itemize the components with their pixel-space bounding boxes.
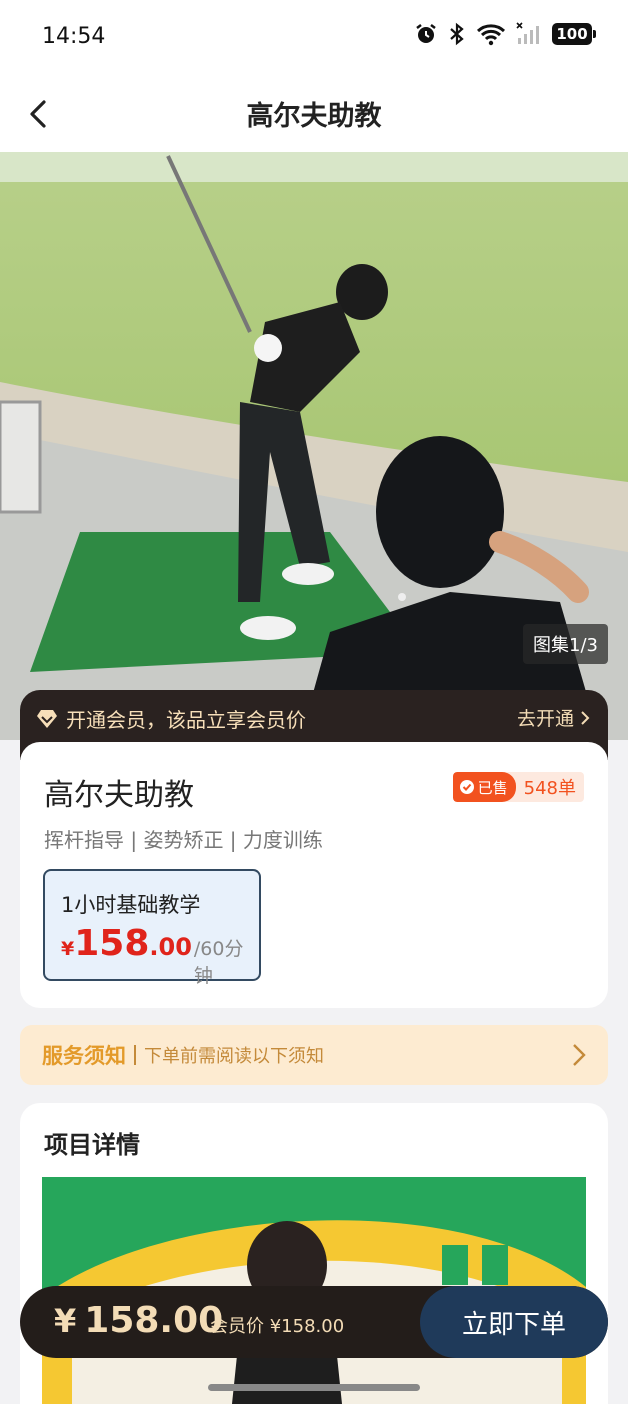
home-indicator[interactable] xyxy=(208,1384,420,1391)
member-price: 会员价 ¥158.00 xyxy=(210,1316,345,1337)
product-name: 高尔夫助教 xyxy=(44,778,194,813)
status-icons: 100 xyxy=(414,22,596,46)
package-price: ¥ 158 .00 /60分钟 xyxy=(61,923,259,988)
service-notice-title: 服务须知 xyxy=(42,1044,126,1068)
page-title: 高尔夫助教 xyxy=(246,101,382,132)
member-join-link[interactable]: 去开通 xyxy=(517,704,590,731)
status-bar: 14:54 100 xyxy=(0,0,628,76)
bottom-bar: ¥ 158.00 会员价 ¥158.00 立即下单 xyxy=(20,1286,608,1358)
service-notice-text: 下单前需阅读以下须知 xyxy=(144,1046,324,1067)
price-unit: /60分钟 xyxy=(193,938,244,987)
diamond-icon xyxy=(37,709,57,728)
check-badge-icon xyxy=(459,780,474,794)
total-price-value: 158.00 xyxy=(84,1300,224,1341)
service-notice[interactable]: 服务须知 下单前需阅读以下须知 xyxy=(20,1025,608,1085)
wifi-icon xyxy=(476,24,506,46)
price-currency: ¥ xyxy=(61,938,75,960)
sold-badge: 已售 548单 xyxy=(452,772,584,802)
package-name: 1小时基础教学 xyxy=(61,893,201,917)
nav-bar: 高尔夫助教 xyxy=(0,76,628,152)
product-card: 高尔夫助教 已售 548单 挥杆指导 | 姿势矫正 | 力度训练 1小时基础教学… xyxy=(20,742,608,1008)
member-join-label: 去开通 xyxy=(516,708,574,730)
gallery-counter[interactable]: 图集1/3 xyxy=(523,624,608,664)
member-promo-text: 开通会员，该品立享会员价 xyxy=(66,708,306,732)
details-title: 项目详情 xyxy=(44,1131,140,1159)
total-price-currency: ¥ xyxy=(54,1302,77,1340)
status-time: 14:54 xyxy=(42,24,106,49)
member-promo: 开通会员，该品立享会员价 xyxy=(36,704,306,733)
chevron-right-icon xyxy=(573,1044,586,1066)
divider xyxy=(134,1045,136,1065)
price-integer: 158 xyxy=(74,923,150,964)
sold-tag-label: 已售 xyxy=(477,778,508,797)
total-price: ¥ 158.00 xyxy=(54,1300,223,1341)
details-card: 项目详情 xyxy=(20,1103,608,1404)
package-option[interactable]: 1小时基础教学 ¥ 158 .00 /60分钟 xyxy=(43,869,261,987)
battery-icon: 100 xyxy=(552,23,596,45)
signal-icon xyxy=(516,22,539,44)
order-now-button[interactable]: 立即下单 xyxy=(420,1286,608,1358)
alarm-icon xyxy=(416,24,436,43)
product-tags: 挥杆指导 | 姿势矫正 | 力度训练 xyxy=(44,828,323,852)
sold-tag: 已售 xyxy=(452,772,516,802)
bluetooth-icon xyxy=(450,22,464,46)
hero-image[interactable]: 图集1/3 xyxy=(0,152,628,740)
sold-count: 548单 xyxy=(523,778,576,799)
chevron-right-icon xyxy=(581,710,590,725)
price-decimal: .00 xyxy=(149,933,192,961)
